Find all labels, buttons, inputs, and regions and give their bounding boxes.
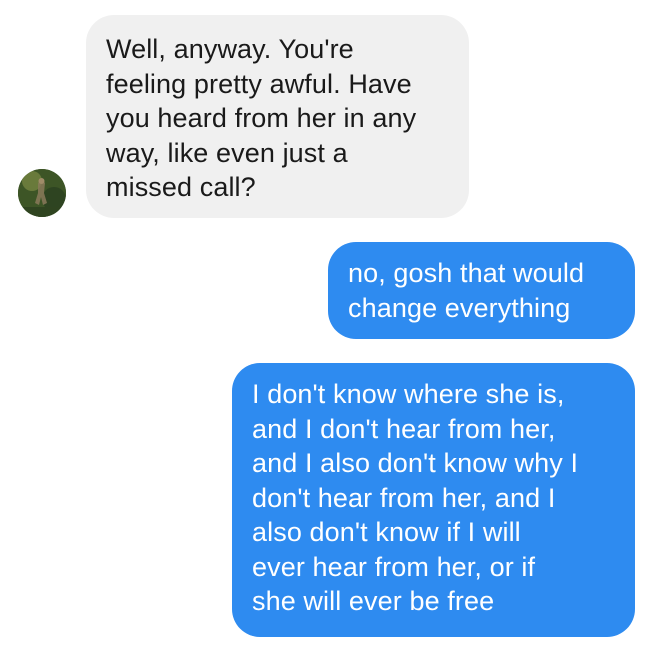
incoming-message-bubble[interactable]: Well, anyway. You're feeling pretty awfu… — [86, 15, 469, 218]
outgoing-message-bubble[interactable]: no, gosh that would change everything — [328, 242, 635, 339]
avatar-image — [18, 169, 66, 217]
contact-avatar[interactable] — [18, 169, 66, 217]
outgoing-message-bubble[interactable]: I don't know where she is, and I don't h… — [232, 363, 635, 637]
